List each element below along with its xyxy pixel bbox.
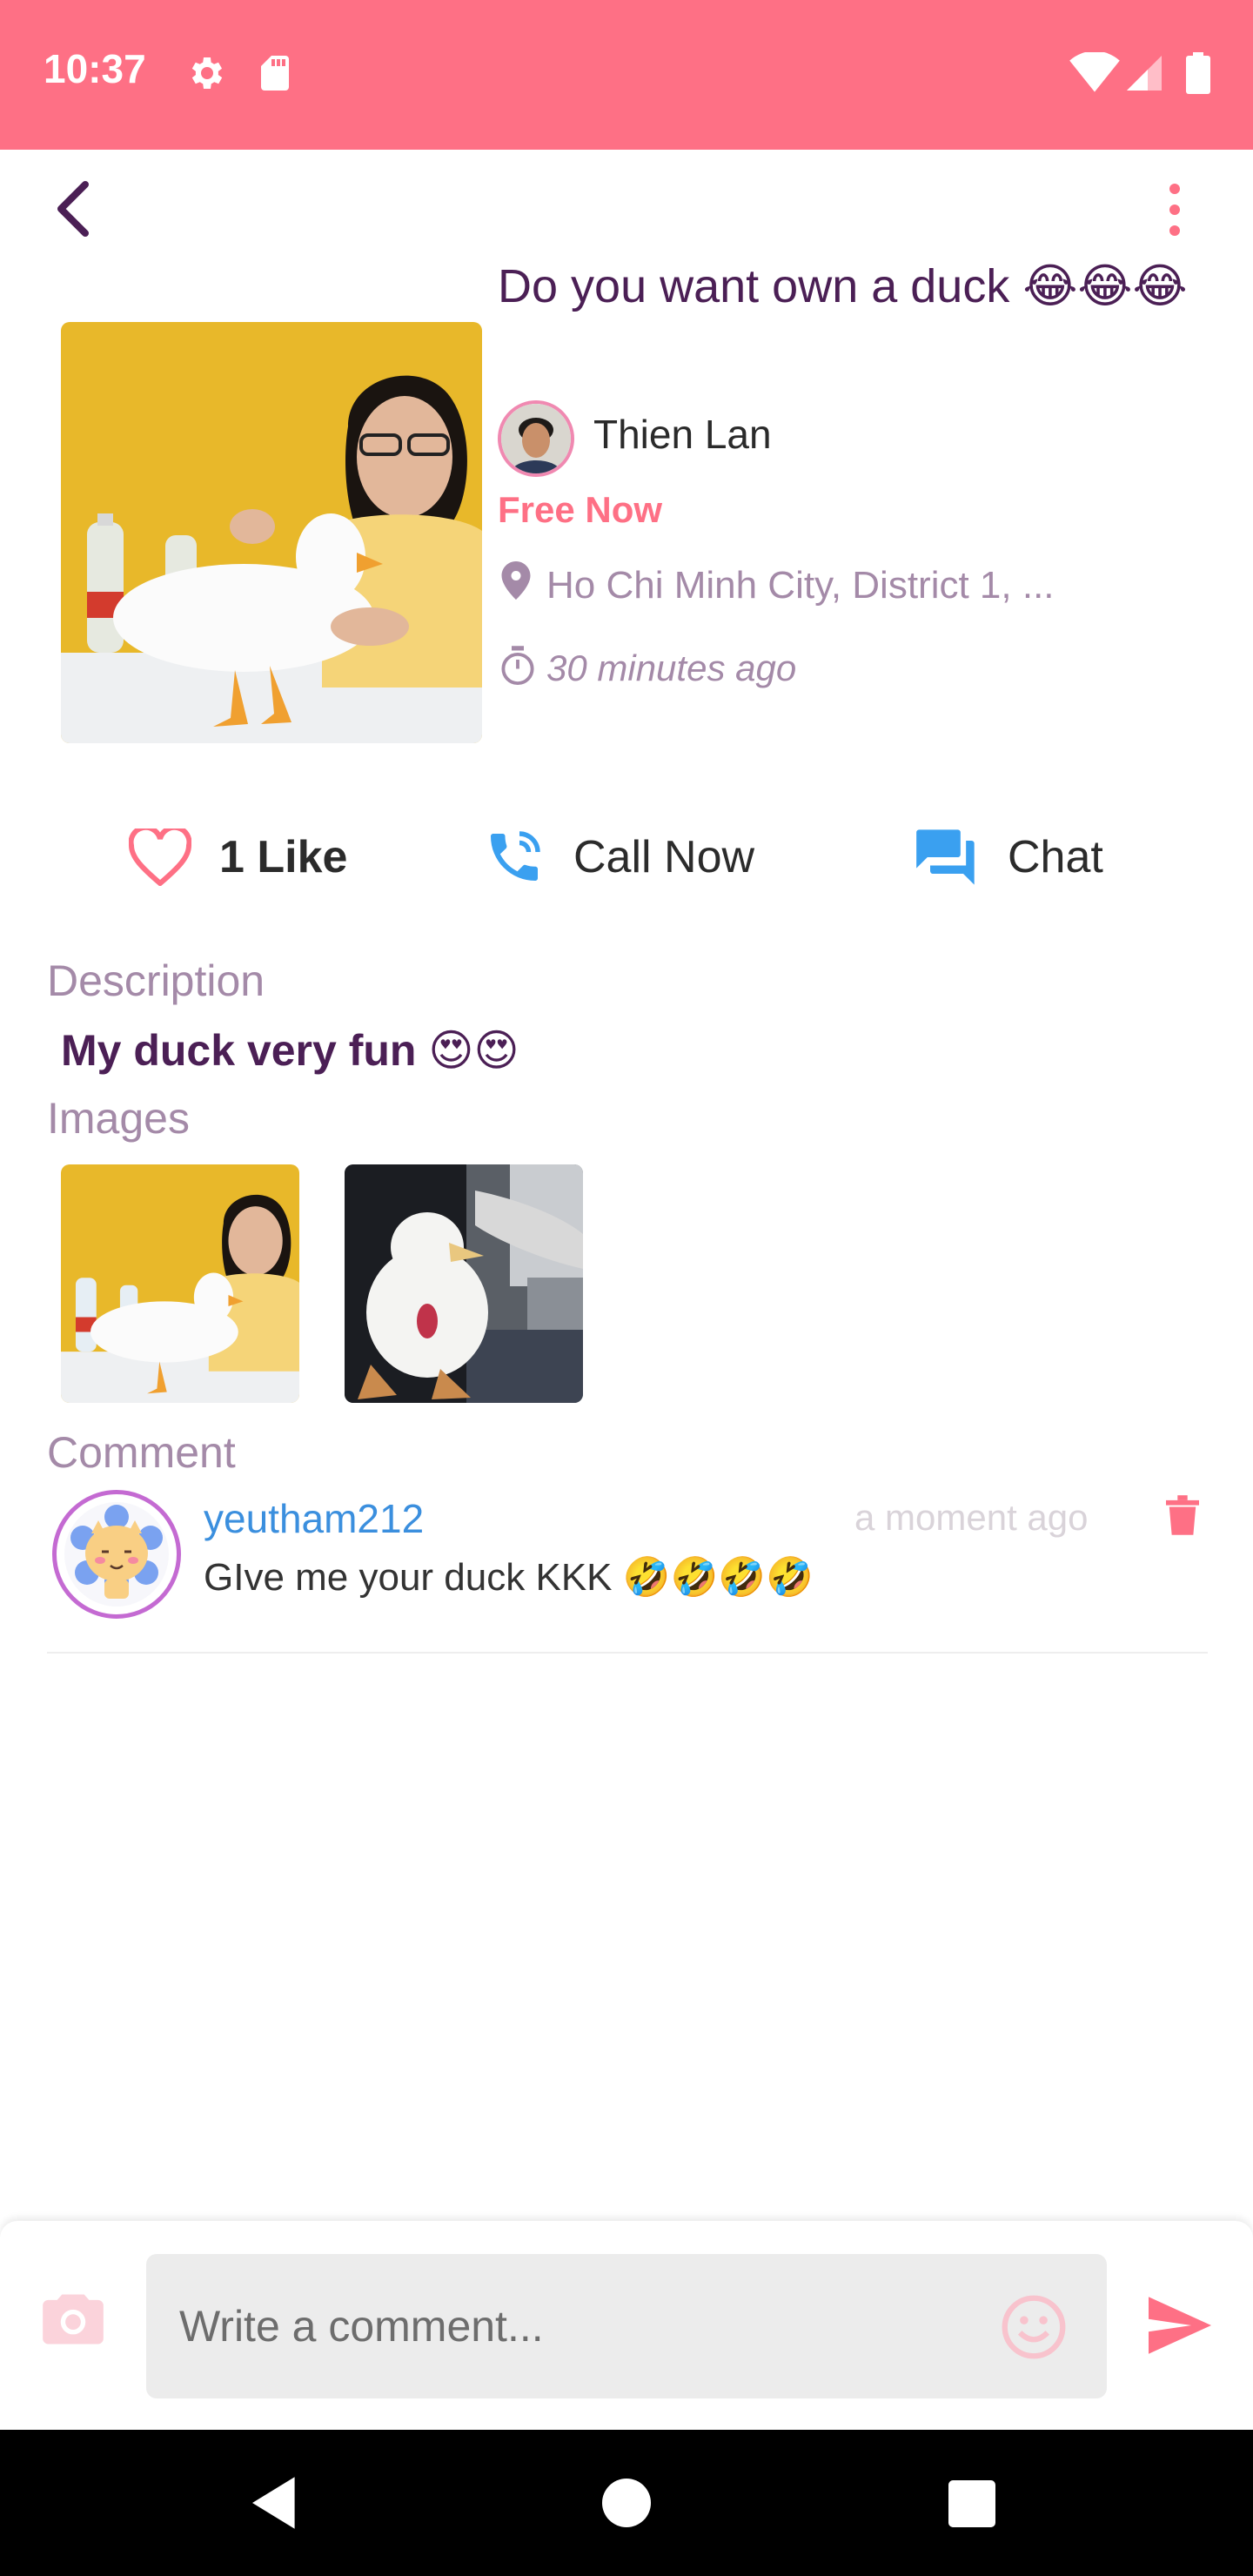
commenter-avatar[interactable] <box>52 1490 181 1619</box>
nav-home-icon[interactable] <box>602 2479 651 2527</box>
comment-divider <box>47 1652 1208 1654</box>
wifi-icon <box>1069 52 1120 92</box>
location-pin-icon <box>501 561 531 600</box>
gear-icon <box>191 57 223 89</box>
availability-status: Free Now <box>498 489 663 530</box>
description-heading: Description <box>47 956 265 1005</box>
like-button[interactable]: 1 Like <box>129 818 347 896</box>
chat-label: Chat <box>1008 832 1103 882</box>
emoji-icon[interactable] <box>1001 2294 1067 2360</box>
comment-input[interactable] <box>146 2254 1107 2398</box>
heart-icon <box>129 828 191 886</box>
comment-heading: Comment <box>47 1428 236 1477</box>
comment-text: GIve me your duck KKK 🤣🤣🤣🤣 <box>204 1556 814 1599</box>
signal-icon <box>1127 56 1162 91</box>
images-heading: Images <box>47 1094 190 1143</box>
post-title: Do you want own a duck 😂😂😂 <box>498 260 1188 312</box>
comment-time: a moment ago <box>854 1497 1089 1538</box>
description-text: My duck very fun 😍😍 <box>61 1026 519 1075</box>
phone-call-icon <box>491 831 540 881</box>
sd-card-icon <box>261 56 289 91</box>
author-avatar[interactable] <box>498 400 574 477</box>
chat-bubbles-icon <box>916 829 975 885</box>
image-thumbnail[interactable] <box>61 1164 299 1403</box>
battery-icon <box>1186 52 1210 94</box>
chat-button[interactable]: Chat <box>914 818 1103 896</box>
more-vertical-icon[interactable] <box>1157 178 1192 244</box>
call-now-label: Call Now <box>573 832 755 882</box>
nav-recents-icon[interactable] <box>948 2480 995 2527</box>
status-time: 10:37 <box>44 46 146 91</box>
comment-username[interactable]: yeutham212 <box>204 1495 424 1542</box>
back-button[interactable] <box>44 174 104 244</box>
stopwatch-icon <box>501 646 534 686</box>
like-count: 1 Like <box>219 832 348 882</box>
nav-back-icon[interactable] <box>252 2477 299 2529</box>
post-image[interactable] <box>61 322 482 743</box>
call-now-button[interactable]: Call Now <box>483 818 754 896</box>
image-thumbnail[interactable] <box>345 1164 583 1403</box>
location-text: Ho Chi Minh City, District 1, ... <box>546 564 1055 607</box>
posted-time: 30 minutes ago <box>546 647 797 688</box>
trash-icon[interactable] <box>1166 1495 1199 1535</box>
camera-icon[interactable] <box>40 2291 106 2348</box>
author-name[interactable]: Thien Lan <box>593 411 772 458</box>
send-icon[interactable] <box>1145 2294 1215 2357</box>
